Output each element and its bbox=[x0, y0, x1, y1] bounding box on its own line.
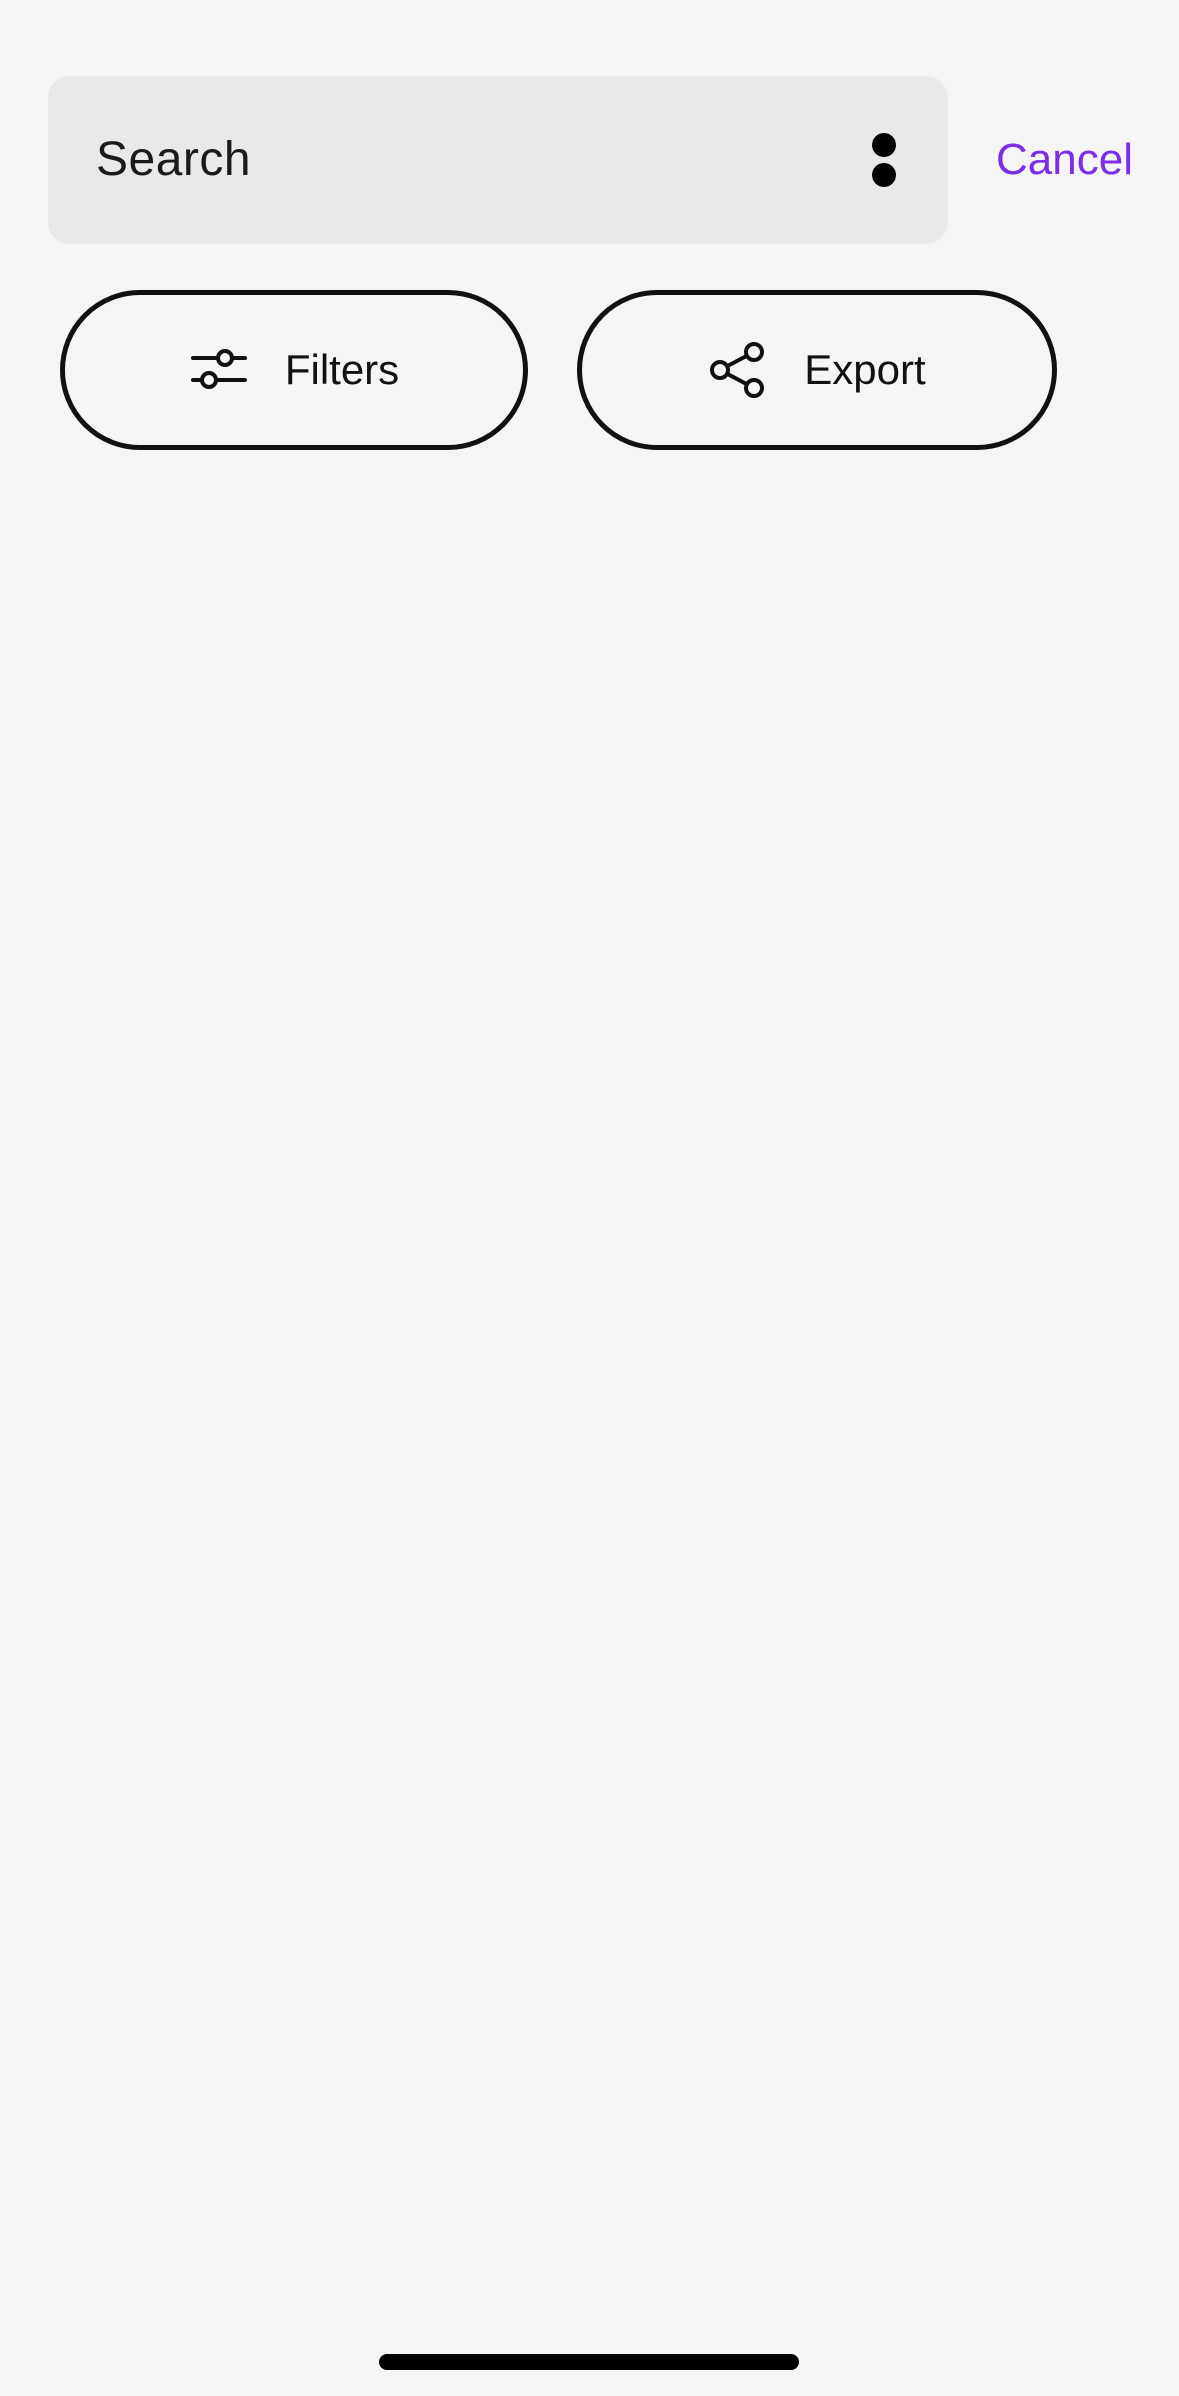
more-vertical-icon-dot-bottom bbox=[872, 163, 896, 187]
search-placeholder[interactable]: Search bbox=[96, 76, 251, 244]
sliders-icon bbox=[189, 340, 249, 400]
share-icon bbox=[708, 340, 768, 400]
export-button[interactable]: Export bbox=[577, 290, 1057, 450]
filters-label: Filters bbox=[284, 346, 400, 393]
cancel-button[interactable]: Cancel bbox=[996, 76, 1133, 244]
home-indicator bbox=[379, 2354, 799, 2370]
more-options-button[interactable] bbox=[860, 120, 908, 200]
export-label: Export bbox=[804, 346, 926, 393]
search-bar[interactable]: Search bbox=[48, 76, 948, 244]
more-vertical-icon-dot-top bbox=[872, 133, 896, 157]
filters-button[interactable]: Filters bbox=[60, 290, 528, 450]
